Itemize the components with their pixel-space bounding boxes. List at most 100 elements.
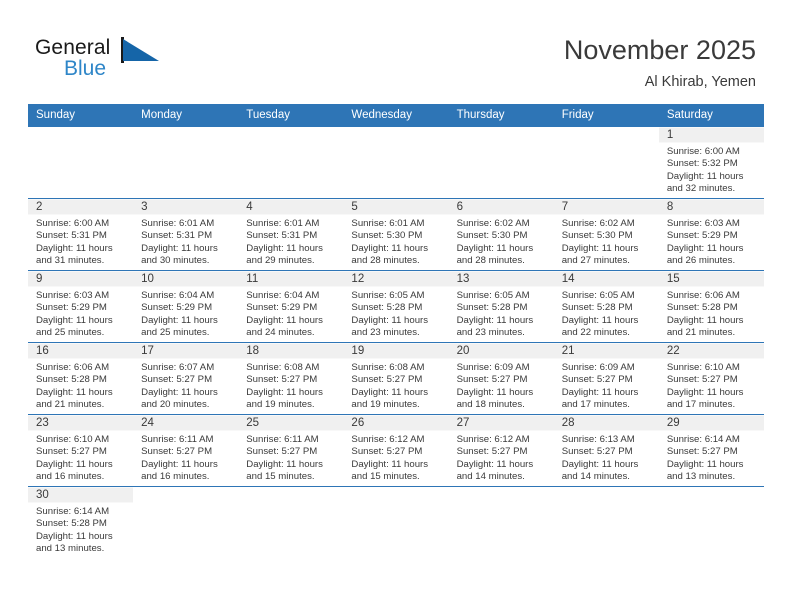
calendar-empty-cell	[448, 126, 554, 199]
flag-triangle-icon	[123, 39, 159, 61]
day-daylight-line: Daylight: 11 hours	[141, 386, 218, 398]
day-sunrise-line: Sunrise: 6:11 AM	[141, 434, 214, 445]
day-sunset-line: Sunset: 5:27 PM	[36, 446, 107, 458]
calendar-day-cell[interactable]: 28 Sunrise: 6:13 AM Sunset: 5:27 PM Dayligh…	[553, 414, 659, 487]
calendar-day-cell[interactable]: 19 Sunrise: 6:08 AM Sunset: 5:27 PM Dayligh…	[343, 342, 449, 415]
calendar-day-cell[interactable]: 17 Sunrise: 6:07 AM Sunset: 5:27 PM Dayligh…	[133, 342, 239, 415]
day-daylight-line: Daylight: 11 hours	[561, 314, 639, 326]
calendar-day-cell[interactable]: 21 Sunrise: 6:09 AM Sunset: 5:27 PM Dayligh…	[553, 342, 659, 415]
calendar-day-cell[interactable]: 6 Sunrise: 6:02 AM Sunset: 5:30 PM Daylight…	[448, 198, 554, 271]
day-daylight-line: Daylight: 11 hours	[36, 530, 113, 542]
weekday-header-friday: Friday	[553, 104, 659, 127]
calendar-body: 1 Sunrise: 6:00 AM Sunset: 5:32 PM Daylight…	[28, 126, 764, 559]
day-details: Sunrise: 6:07 AM Sunset: 5:27 PM Daylight:…	[133, 358, 238, 412]
calendar-page: General Blue November 2025 Al Khirab, Ye…	[0, 0, 792, 612]
day-daylight-line: Daylight: 11 hours	[666, 458, 744, 470]
calendar-day-cell[interactable]: 8 Sunrise: 6:03 AM Sunset: 5:29 PM Daylight…	[658, 198, 764, 271]
calendar-day-cell[interactable]: 27 Sunrise: 6:12 AM Sunset: 5:27 PM Dayligh…	[448, 414, 554, 487]
day-number: 3	[141, 201, 148, 213]
day-details: Sunrise: 6:03 AM Sunset: 5:29 PM Daylight:…	[659, 214, 764, 268]
day-number: 13	[456, 273, 470, 285]
day-number: 8	[666, 201, 674, 213]
day-details: Sunrise: 6:08 AM Sunset: 5:27 PM Daylight:…	[343, 358, 448, 412]
calendar-day-cell[interactable]: 18 Sunrise: 6:08 AM Sunset: 5:27 PM Dayligh…	[238, 342, 344, 415]
calendar-day-cell[interactable]: 25 Sunrise: 6:11 AM Sunset: 5:27 PM Dayligh…	[238, 414, 344, 487]
day-details: Sunrise: 6:05 AM Sunset: 5:28 PM Daylight:…	[449, 286, 554, 340]
calendar-empty-cell	[343, 486, 449, 559]
calendar-day-cell[interactable]: 7 Sunrise: 6:02 AM Sunset: 5:30 PM Daylight…	[553, 198, 659, 271]
day-details: Sunrise: 6:01 AM Sunset: 5:30 PM Daylight:…	[343, 214, 448, 268]
page-header: General Blue November 2025 Al Khirab, Ye…	[0, 0, 792, 100]
day-daylight-line: and 18 minutes.	[456, 399, 525, 411]
calendar-day-cell[interactable]: 20 Sunrise: 6:09 AM Sunset: 5:27 PM Dayligh…	[448, 342, 554, 415]
day-daylight-line: Daylight: 11 hours	[351, 386, 429, 398]
weekday-header-wednesday: Wednesday	[343, 104, 449, 127]
calendar-day-cell[interactable]: 30 Sunrise: 6:14 AM Sunset: 5:28 PM Dayligh…	[28, 486, 134, 559]
day-number: 17	[141, 345, 154, 357]
weekday-header-monday: Monday	[133, 104, 239, 127]
day-number: 10	[141, 273, 154, 285]
day-sunrise-line: Sunrise: 6:09 AM	[561, 362, 635, 373]
day-details: Sunrise: 6:09 AM Sunset: 5:27 PM Daylight:…	[554, 358, 659, 412]
calendar-week-row: 30 Sunrise: 6:14 AM Sunset: 5:28 PM Dayligh…	[28, 486, 764, 559]
calendar-day-cell[interactable]: 12 Sunrise: 6:05 AM Sunset: 5:28 PM Dayligh…	[343, 270, 449, 343]
day-daylight-line: and 21 minutes.	[36, 399, 105, 411]
day-number: 9	[36, 273, 43, 285]
day-sunset-line: Sunset: 5:27 PM	[246, 446, 318, 458]
day-daylight-line: and 25 minutes.	[141, 327, 210, 339]
day-sunset-line: Sunset: 5:27 PM	[456, 374, 528, 386]
calendar-day-cell[interactable]: 3 Sunrise: 6:01 AM Sunset: 5:31 PM Daylight…	[133, 198, 239, 271]
day-number: 2	[36, 201, 43, 213]
day-sunset-line: Sunset: 5:28 PM	[666, 302, 738, 314]
day-daylight-line: Daylight: 11 hours	[246, 458, 323, 470]
day-details: Sunrise: 6:10 AM Sunset: 5:27 PM Daylight:…	[28, 430, 133, 484]
day-sunset-line: Sunset: 5:31 PM	[141, 230, 213, 242]
day-daylight-line: Daylight: 11 hours	[36, 314, 113, 326]
calendar-day-cell[interactable]: 11 Sunrise: 6:04 AM Sunset: 5:29 PM Dayligh…	[238, 270, 344, 343]
calendar-day-cell[interactable]: 16 Sunrise: 6:06 AM Sunset: 5:28 PM Dayligh…	[28, 342, 134, 415]
day-details: Sunrise: 6:14 AM Sunset: 5:27 PM Daylight:…	[659, 430, 764, 484]
calendar-week-row: 2 Sunrise: 6:00 AM Sunset: 5:31 PM Daylight…	[28, 198, 764, 271]
calendar-day-cell[interactable]: 23 Sunrise: 6:10 AM Sunset: 5:27 PM Dayligh…	[28, 414, 134, 487]
day-sunrise-line: Sunrise: 6:04 AM	[141, 290, 215, 301]
day-daylight-line: Daylight: 11 hours	[141, 314, 218, 326]
calendar-day-cell[interactable]: 22 Sunrise: 6:10 AM Sunset: 5:27 PM Dayligh…	[658, 342, 764, 415]
calendar-day-cell[interactable]: 5 Sunrise: 6:01 AM Sunset: 5:30 PM Daylight…	[343, 198, 449, 271]
day-daylight-line: and 17 minutes.	[561, 399, 630, 411]
day-number: 6	[456, 201, 463, 213]
calendar-day-cell[interactable]: 10 Sunrise: 6:04 AM Sunset: 5:29 PM Dayligh…	[133, 270, 239, 343]
calendar-day-cell[interactable]: 4 Sunrise: 6:01 AM Sunset: 5:31 PM Daylight…	[238, 198, 344, 271]
day-daylight-line: Daylight: 11 hours	[456, 242, 534, 254]
calendar-day-cell[interactable]: 2 Sunrise: 6:00 AM Sunset: 5:31 PM Daylight…	[28, 198, 134, 271]
day-daylight-line: and 30 minutes.	[141, 255, 210, 267]
day-daylight-line: and 16 minutes.	[141, 471, 210, 483]
calendar-day-cell[interactable]: 15 Sunrise: 6:06 AM Sunset: 5:28 PM Dayligh…	[658, 270, 764, 343]
calendar-grid: Sunday Monday Tuesday Wednesday Thursday Frid…	[28, 104, 764, 559]
weekday-header-saturday: Saturday	[658, 104, 764, 127]
logo[interactable]: General Blue	[35, 36, 205, 88]
day-number: 26	[351, 417, 365, 429]
calendar-day-cell[interactable]: 9 Sunrise: 6:03 AM Sunset: 5:29 PM Daylight…	[28, 270, 134, 343]
day-daylight-line: and 27 minutes.	[561, 255, 630, 267]
title-block: November 2025 Al Khirab, Yemen	[564, 34, 756, 92]
day-sunset-line: Sunset: 5:31 PM	[246, 230, 318, 242]
calendar-day-cell[interactable]: 1 Sunrise: 6:00 AM Sunset: 5:32 PM Daylight…	[658, 126, 764, 199]
day-sunset-line: Sunset: 5:27 PM	[351, 446, 423, 458]
calendar-day-cell[interactable]: 26 Sunrise: 6:12 AM Sunset: 5:27 PM Dayligh…	[343, 414, 449, 487]
calendar-day-cell[interactable]: 24 Sunrise: 6:11 AM Sunset: 5:27 PM Dayligh…	[133, 414, 239, 487]
page-title: November 2025	[563, 35, 756, 65]
calendar-empty-cell	[238, 486, 344, 559]
day-sunset-line: Sunset: 5:27 PM	[666, 446, 738, 458]
calendar-day-cell[interactable]: 14 Sunrise: 6:05 AM Sunset: 5:28 PM Dayligh…	[553, 270, 659, 343]
day-number: 28	[561, 417, 575, 429]
day-sunset-line: Sunset: 5:27 PM	[456, 446, 528, 458]
calendar-day-cell[interactable]: 29 Sunrise: 6:14 AM Sunset: 5:27 PM Dayligh…	[658, 414, 764, 487]
calendar-day-cell[interactable]: 13 Sunrise: 6:05 AM Sunset: 5:28 PM Dayligh…	[448, 270, 554, 343]
day-sunset-line: Sunset: 5:30 PM	[561, 230, 633, 242]
logo-text-blue: Blue	[64, 57, 107, 80]
day-sunset-line: Sunset: 5:27 PM	[246, 374, 318, 386]
day-daylight-line: and 16 minutes.	[36, 471, 105, 483]
day-daylight-line: and 19 minutes.	[351, 399, 420, 411]
calendar-empty-cell	[28, 126, 134, 199]
day-sunrise-line: Sunrise: 6:01 AM	[246, 218, 320, 229]
